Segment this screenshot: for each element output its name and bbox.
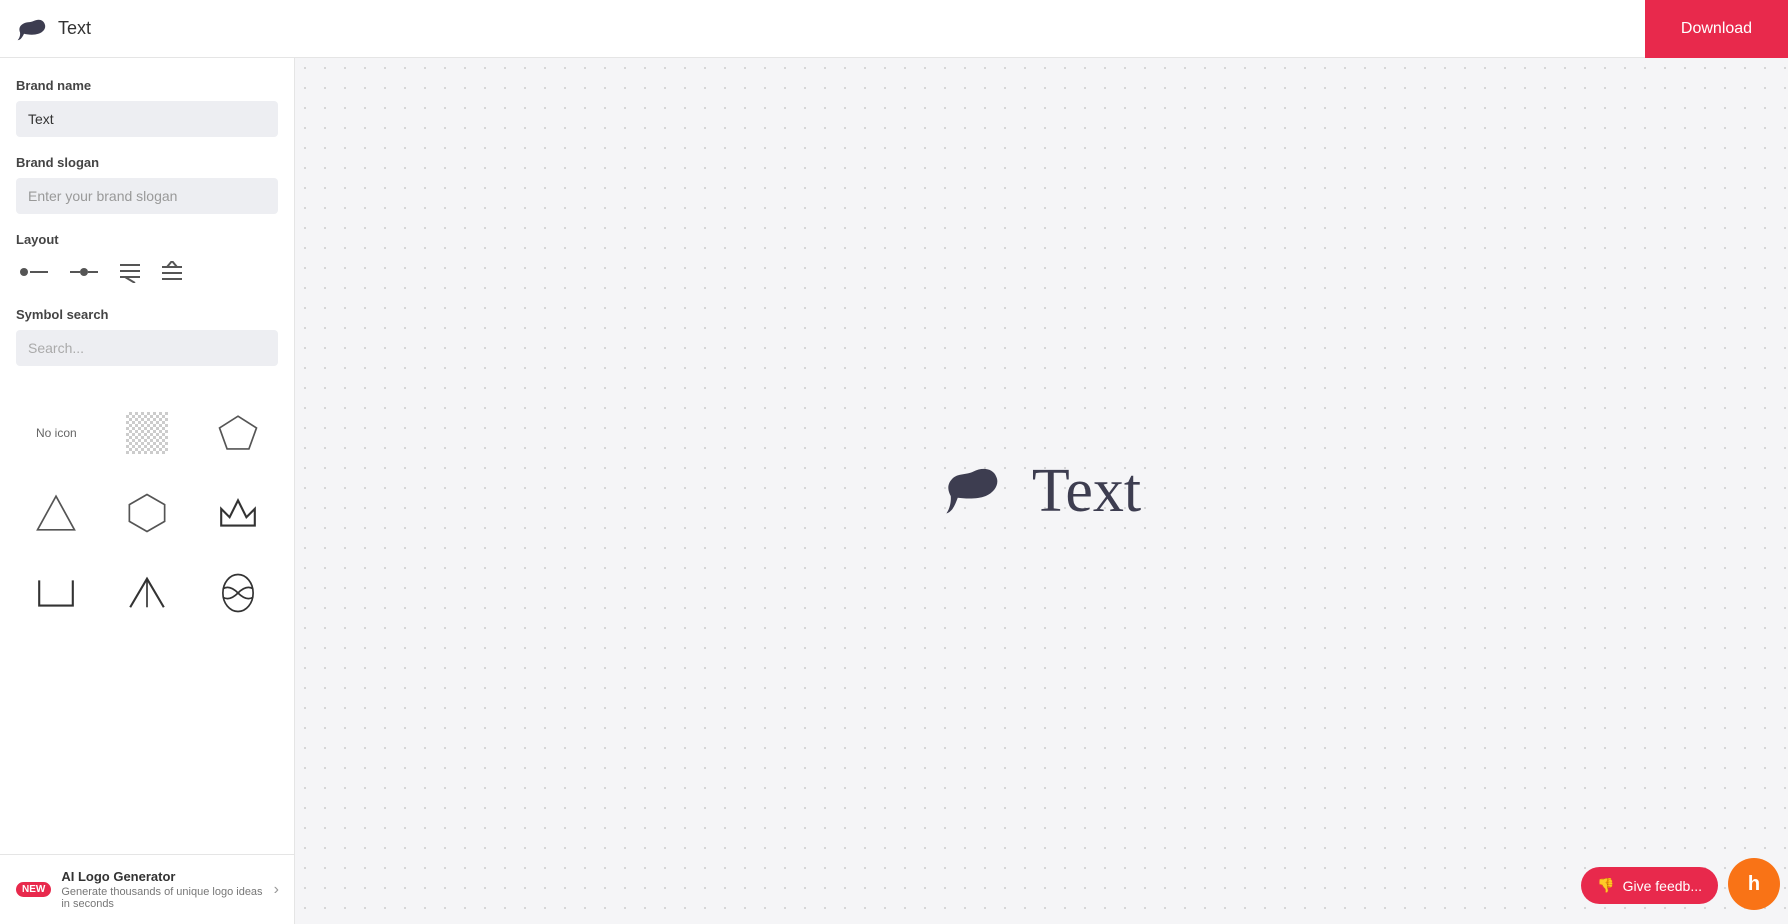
logo-text: Text bbox=[1032, 456, 1141, 527]
layout-options bbox=[16, 257, 278, 287]
brand-name-label: Brand name bbox=[16, 78, 278, 93]
new-badge: NEW bbox=[16, 882, 51, 897]
header-title: Text bbox=[58, 18, 91, 39]
tent-icon-option[interactable] bbox=[107, 558, 188, 628]
canvas-area: Text bbox=[295, 58, 1788, 924]
bracket-icon-option[interactable] bbox=[16, 558, 97, 628]
symbol-search-label: Symbol search bbox=[16, 307, 278, 322]
layout-icon-center-button[interactable] bbox=[66, 260, 102, 284]
app-header: Text bbox=[0, 0, 1788, 58]
header-logo: Text bbox=[16, 15, 91, 43]
logo-icon bbox=[942, 459, 1012, 524]
helper-icon: h bbox=[1748, 873, 1760, 896]
ai-text: AI Logo Generator Generate thousands of … bbox=[61, 869, 263, 910]
icon-grid: No icon bbox=[16, 398, 278, 628]
triangle-icon-option[interactable] bbox=[16, 478, 97, 548]
bracket-icon bbox=[35, 572, 77, 614]
thumbsdown-icon: 👎 bbox=[1597, 877, 1614, 894]
crystal-icon bbox=[217, 572, 259, 614]
layout-label: Layout bbox=[16, 232, 278, 247]
checkered-pattern bbox=[126, 412, 168, 454]
checkered-icon-option[interactable] bbox=[107, 398, 188, 468]
brand-name-input[interactable] bbox=[16, 101, 278, 137]
triangle-icon bbox=[35, 492, 77, 534]
pentagon-icon-option[interactable] bbox=[197, 398, 278, 468]
layout-section: Layout bbox=[16, 232, 278, 287]
pentagon-icon bbox=[217, 412, 259, 454]
symbol-section: Symbol search bbox=[16, 307, 278, 382]
layout-icon-bottom-button[interactable] bbox=[116, 257, 144, 287]
logo-bird-icon bbox=[942, 459, 1012, 519]
brand-slogan-label: Brand slogan bbox=[16, 155, 278, 170]
crystal-icon-option[interactable] bbox=[197, 558, 278, 628]
sidebar: Brand name Brand slogan Layout bbox=[0, 58, 295, 924]
bird-icon bbox=[16, 15, 48, 43]
symbol-search-input[interactable] bbox=[16, 330, 278, 366]
give-feedback-button[interactable]: 👎 Give feedb... bbox=[1581, 867, 1718, 904]
layout-icon-left-button[interactable] bbox=[16, 260, 52, 284]
layout-icon-top-button[interactable] bbox=[158, 257, 186, 287]
ai-description: Generate thousands of unique logo ideas … bbox=[61, 886, 263, 910]
hexagon-icon bbox=[126, 492, 168, 534]
download-button[interactable]: Download bbox=[1645, 0, 1788, 58]
chevron-right-icon: › bbox=[274, 881, 279, 899]
hexagon-icon-option[interactable] bbox=[107, 478, 188, 548]
logo-preview: Text bbox=[942, 456, 1141, 527]
crown-icon bbox=[217, 492, 259, 534]
tent-icon bbox=[126, 572, 168, 614]
helper-button[interactable]: h bbox=[1728, 858, 1780, 910]
ai-title: AI Logo Generator bbox=[61, 869, 263, 884]
ai-banner[interactable]: NEW AI Logo Generator Generate thousands… bbox=[0, 854, 295, 924]
crown-icon-option[interactable] bbox=[197, 478, 278, 548]
no-icon-option[interactable]: No icon bbox=[16, 398, 97, 468]
brand-slogan-input[interactable] bbox=[16, 178, 278, 214]
